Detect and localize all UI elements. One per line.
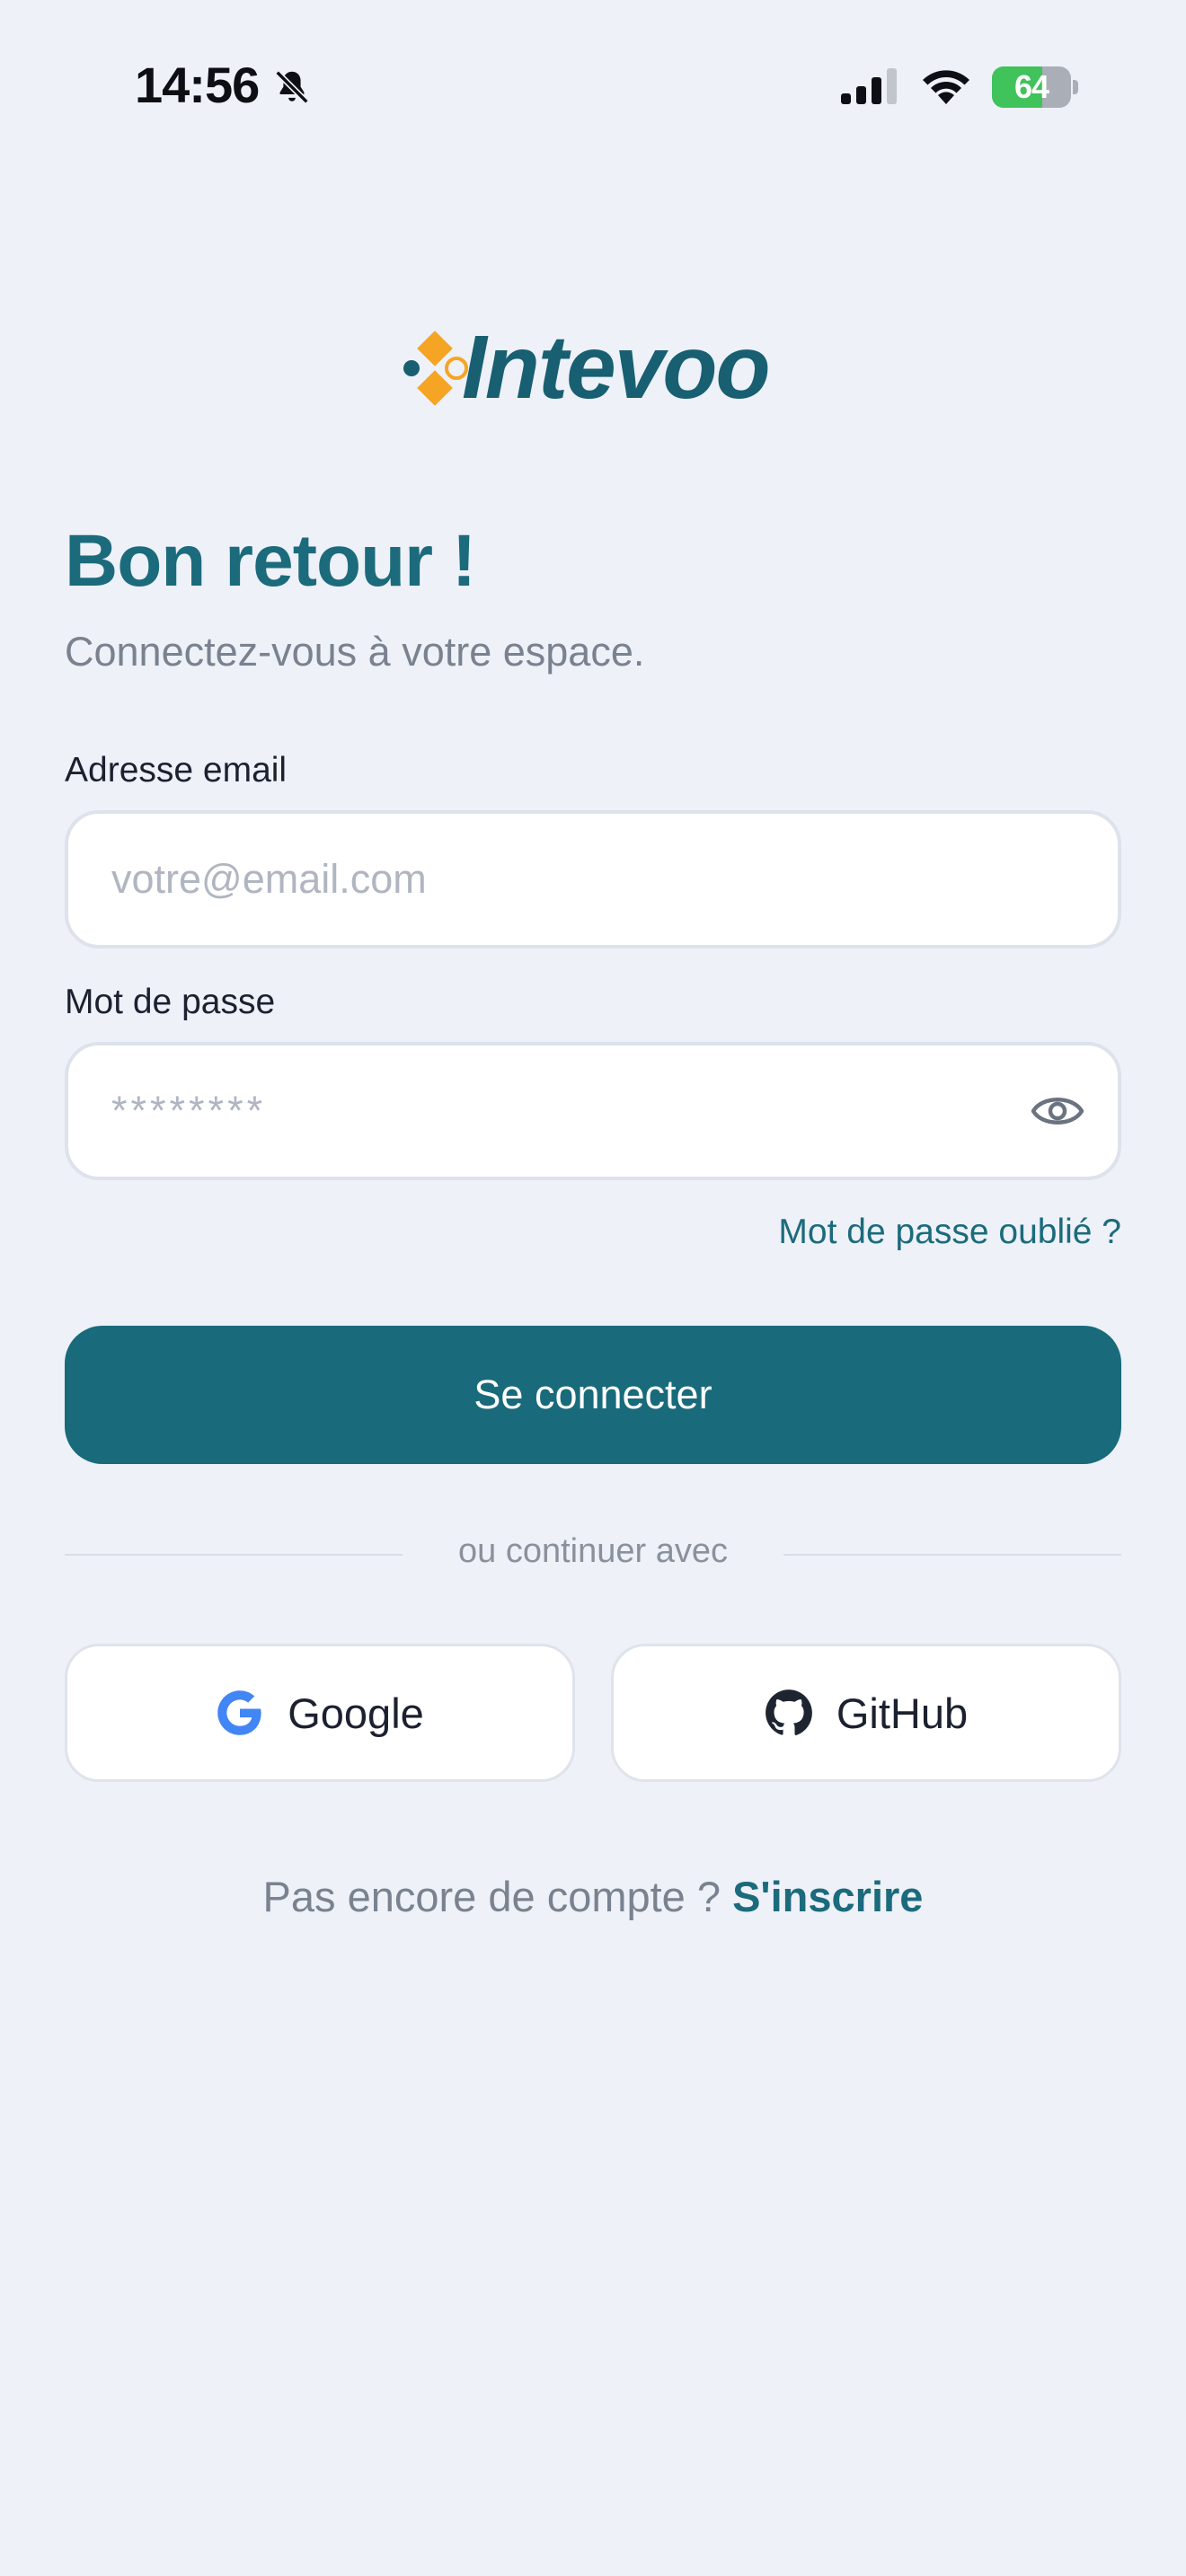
google-icon — [217, 1690, 261, 1735]
divider-line-right — [783, 1554, 1121, 1556]
login-button[interactable]: Se connecter — [65, 1326, 1121, 1464]
signup-row: Pas encore de compte ? S'inscrire — [0, 1872, 1186, 1921]
app-logo: Intevoo — [401, 317, 796, 422]
email-input[interactable] — [111, 814, 1010, 945]
bell-slash-icon — [275, 70, 309, 104]
page-title: Bon retour ! — [65, 520, 476, 602]
show-password-eye-icon[interactable] — [1030, 1087, 1085, 1135]
email-label: Adresse email — [65, 751, 288, 790]
github-login-button[interactable]: GitHub — [611, 1644, 1121, 1782]
password-label: Mot de passe — [65, 983, 276, 1021]
signup-link[interactable]: S'inscrire — [732, 1873, 923, 1920]
password-field[interactable] — [65, 1042, 1121, 1180]
login-screen: 14:56 64 Intevoo Bon retour ! Connectez-… — [0, 0, 1186, 2576]
github-icon — [765, 1689, 812, 1735]
divider-text: ou continuer avec — [458, 1532, 728, 1570]
signup-prompt: Pas encore de compte ? — [262, 1873, 733, 1920]
forgot-password-link[interactable]: Mot de passe oublié ? — [778, 1213, 1121, 1252]
google-login-button[interactable]: Google — [65, 1644, 575, 1782]
battery-percent: 64 — [1013, 68, 1049, 105]
password-input[interactable] — [111, 1045, 1010, 1177]
wifi-icon — [923, 70, 969, 104]
status-time: 14:56 — [135, 57, 260, 113]
cellular-signal-icon — [841, 68, 897, 104]
google-label: Google — [288, 1689, 424, 1737]
battery-indicator: 64 — [992, 66, 1078, 108]
github-label: GitHub — [836, 1689, 969, 1737]
logo-wordmark: Intevoo — [462, 317, 771, 418]
page-subtitle: Connectez-vous à votre espace. — [65, 629, 645, 675]
email-field[interactable] — [65, 810, 1121, 948]
